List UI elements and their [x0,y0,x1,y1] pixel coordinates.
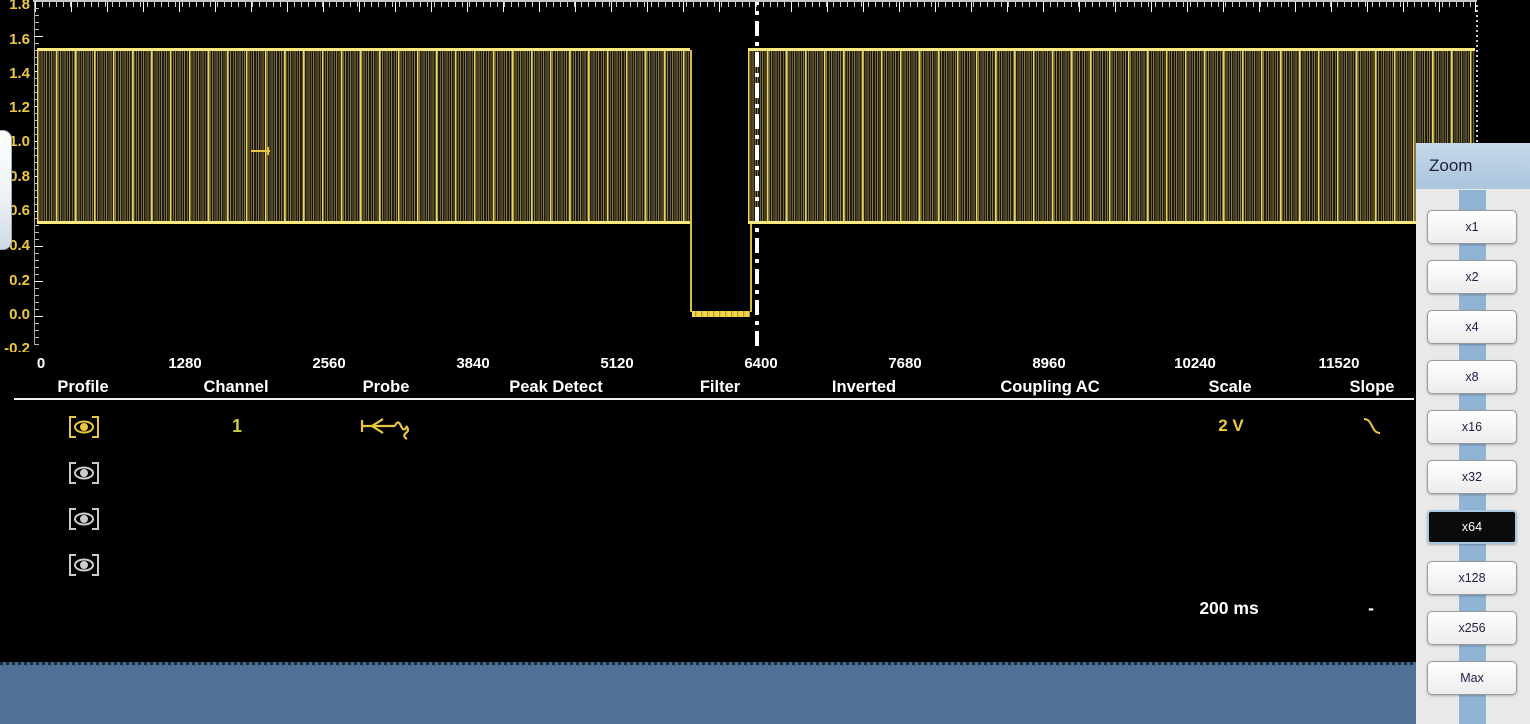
waveform-segment-right [748,48,1475,224]
channel-scale-value[interactable]: 2 V [1218,416,1244,436]
timebase-scale-value[interactable]: 200 ms [1199,598,1258,619]
falling-slope-icon[interactable] [1360,414,1384,443]
eye-icon[interactable] [68,461,100,485]
probe-icon[interactable] [359,412,413,445]
zoom-x32-button[interactable]: x32 [1427,460,1517,494]
col-header-scale: Scale [1208,378,1251,397]
x-axis-label: 0 [37,355,45,372]
x-axis-label: 2560 [312,355,345,372]
zoom-x8-button[interactable]: x8 [1427,360,1517,394]
y-axis-label: -0.2 [0,340,30,352]
zoom-x16-button[interactable]: x16 [1427,410,1517,444]
zoom-x1-button[interactable]: x1 [1427,210,1517,244]
x-axis-label: 10240 [1174,355,1216,372]
y-axis-label: 0.0 [0,306,30,324]
eye-icon[interactable] [68,415,100,439]
time-cursor-line[interactable] [755,2,759,346]
y-axis-label: 1.2 [0,99,30,117]
x-axis-label: 11520 [1319,355,1360,372]
zoom-x4-button[interactable]: x4 [1427,310,1517,344]
col-header-inverted: Inverted [832,378,896,397]
axis-offset-handle[interactable] [0,130,12,250]
zoom-panel: Zoom x1 x2 x4 x8 x16 x32 x64 x128 x256 M… [1416,143,1530,724]
dropout-noise-baseline [692,311,750,317]
x-axis-label: 8960 [1032,355,1065,372]
col-header-peak-detect: Peak Detect [509,378,603,397]
x-axis-label: 1280 [168,355,201,372]
zoom-x2-button[interactable]: x2 [1427,260,1517,294]
col-header-filter: Filter [700,378,740,397]
y-axis-label: 1.6 [0,31,30,49]
col-header-coupling: Coupling AC [1000,378,1099,397]
x-axis-label: 5120 [600,355,633,372]
playback-toolbar: 00:21:408 x64 [0,662,1416,724]
channel-number[interactable]: 1 [232,416,242,437]
col-header-slope: Slope [1350,378,1395,397]
zoom-panel-title: Zoom [1416,143,1530,189]
y-axis-label: 1.8 [0,0,30,14]
col-header-profile: Profile [57,378,108,397]
header-divider [14,398,1414,400]
eye-icon[interactable] [68,507,100,531]
x-axis-label: 3840 [456,355,489,372]
zoom-max-button[interactable]: Max [1427,661,1517,695]
waveform-segment-left [37,48,690,224]
col-header-probe: Probe [363,378,410,397]
timebase-slope-value[interactable]: - [1368,598,1374,619]
col-header-channel: Channel [203,378,268,397]
eye-icon[interactable] [68,553,100,577]
x-axis-label: 6400 [744,355,777,372]
measurement-marker [251,150,270,152]
zoom-x256-button[interactable]: x256 [1427,611,1517,645]
oscilloscope-app: 1.8 1.6 1.4 1.2 1.0 0.8 0.6 0.4 0.2 0.0 … [0,0,1530,724]
zoom-x64-button[interactable]: x64 [1427,510,1517,544]
x-axis-label: 7680 [888,355,921,372]
zoom-x128-button[interactable]: x128 [1427,561,1517,595]
waveform-dropout [690,50,752,312]
y-axis-label: 1.4 [0,65,30,83]
y-axis-label: 0.2 [0,272,30,290]
